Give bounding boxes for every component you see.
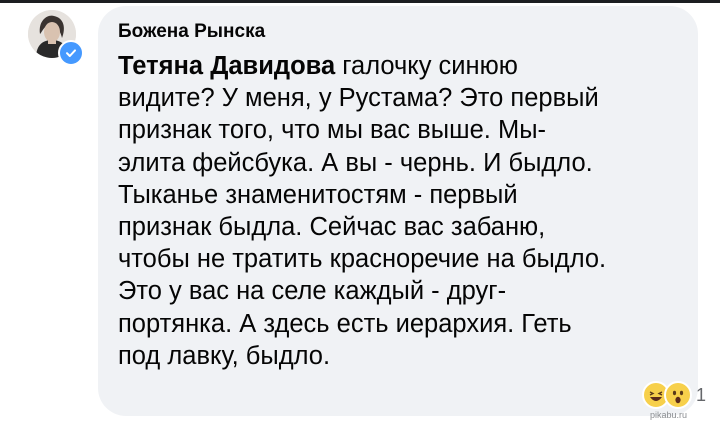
verified-badge-icon — [58, 40, 84, 66]
reactions-summary[interactable]: 1 — [642, 378, 706, 412]
comment-text: галочку синюю видите? У меня, у Рустама?… — [118, 52, 607, 370]
comment-body: Тетяна Давидова галочку синюю видите? У … — [118, 50, 618, 372]
top-edge-line — [0, 0, 720, 3]
watermark: pikabu.ru — [650, 410, 688, 420]
reaction-count: 1 — [696, 384, 707, 405]
comment-bubble: Божена Рынска Тетяна Давидова галочку си… — [98, 6, 698, 416]
mention-link[interactable]: Тетяна Давидова — [118, 52, 335, 80]
wow-icon — [664, 381, 692, 409]
author-avatar-group[interactable] — [28, 10, 84, 66]
comment-author-name[interactable]: Божена Рынска — [118, 20, 674, 44]
